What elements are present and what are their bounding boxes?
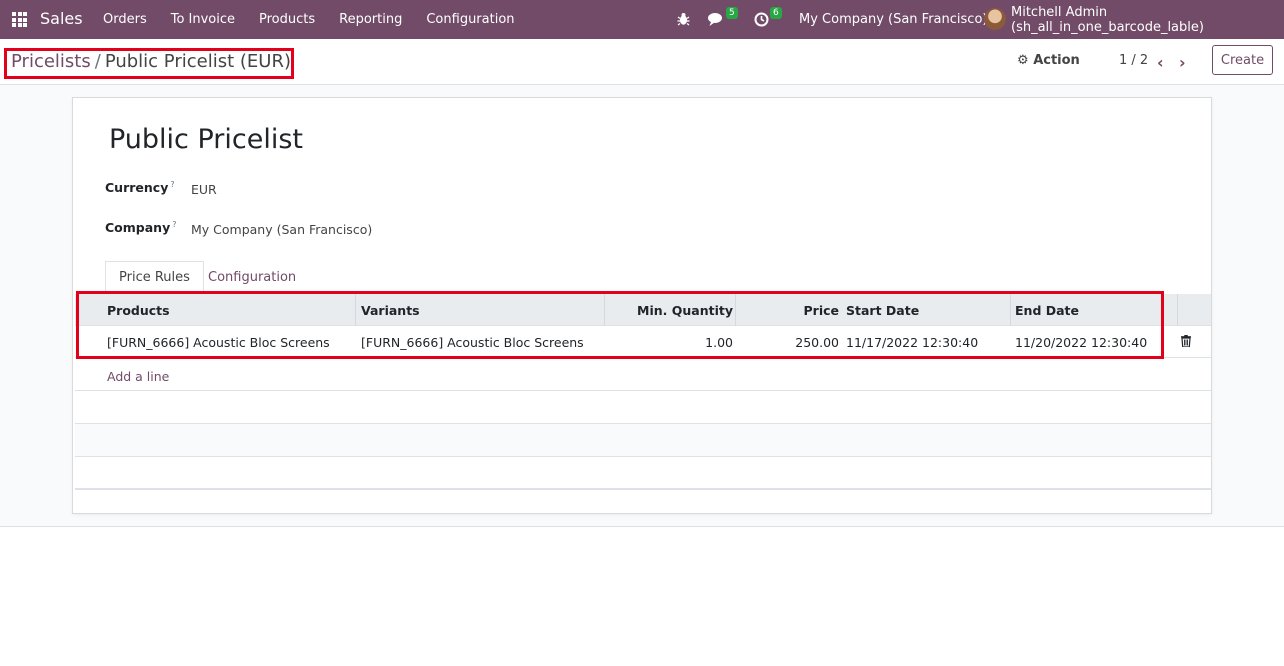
apps-grid-icon[interactable] bbox=[12, 12, 27, 27]
chat-icon[interactable] bbox=[708, 12, 725, 27]
pricelist-name[interactable]: Public Pricelist bbox=[109, 124, 303, 155]
main-menu: Orders To Invoice Products Reporting Con… bbox=[103, 12, 539, 27]
currency-label: Currency? bbox=[105, 180, 175, 196]
activity-count-badge: 6 bbox=[770, 7, 782, 19]
notebook-tabs: Price Rules Configuration bbox=[105, 261, 1181, 294]
company-switcher[interactable]: My Company (San Francisco) bbox=[799, 0, 987, 39]
gear-icon: ⚙ bbox=[1017, 53, 1029, 68]
app-name[interactable]: Sales bbox=[40, 9, 83, 28]
bug-icon[interactable] bbox=[677, 12, 690, 26]
company-field[interactable]: My Company (San Francisco) bbox=[191, 222, 372, 237]
clock-icon[interactable] bbox=[754, 12, 769, 27]
empty-row bbox=[75, 424, 1211, 457]
highlight-box-breadcrumb bbox=[4, 48, 294, 79]
pager-value[interactable]: 1 / 2 bbox=[1119, 53, 1148, 68]
empty-row bbox=[75, 358, 1211, 391]
menu-item-configuration[interactable]: Configuration bbox=[426, 12, 514, 27]
highlight-box-price-rules bbox=[76, 291, 1164, 359]
chat-count-badge: 5 bbox=[726, 7, 738, 19]
empty-row bbox=[75, 391, 1211, 424]
column-divider bbox=[1177, 294, 1178, 326]
menu-item-to-invoice[interactable]: To Invoice bbox=[171, 12, 235, 27]
tab-configuration[interactable]: Configuration bbox=[195, 261, 309, 294]
user-avatar[interactable] bbox=[984, 8, 1006, 30]
user-menu[interactable]: Mitchell Admin (sh_all_in_one_barcode_la… bbox=[1011, 0, 1284, 39]
trash-icon[interactable] bbox=[1181, 335, 1191, 347]
pager-next-icon[interactable]: › bbox=[1179, 53, 1186, 72]
action-label: Action bbox=[1033, 53, 1080, 68]
menu-item-products[interactable]: Products bbox=[259, 12, 315, 27]
menu-item-orders[interactable]: Orders bbox=[103, 12, 147, 27]
help-icon[interactable]: ? bbox=[172, 220, 176, 229]
top-navbar: Sales Orders To Invoice Products Reporti… bbox=[0, 0, 1284, 39]
create-button[interactable]: Create bbox=[1212, 45, 1273, 75]
action-menu-button[interactable]: ⚙ Action bbox=[1017, 53, 1080, 68]
control-panel: Pricelists / Public Pricelist (EUR) ⚙ Acti… bbox=[0, 39, 1284, 85]
tab-price-rules[interactable]: Price Rules bbox=[105, 261, 204, 294]
table-footer bbox=[75, 457, 1211, 490]
help-icon[interactable]: ? bbox=[170, 180, 174, 189]
pager-previous-icon[interactable]: ‹ bbox=[1157, 53, 1164, 72]
currency-field[interactable]: EUR bbox=[191, 182, 217, 197]
menu-item-reporting[interactable]: Reporting bbox=[339, 12, 402, 27]
company-label: Company? bbox=[105, 220, 177, 236]
